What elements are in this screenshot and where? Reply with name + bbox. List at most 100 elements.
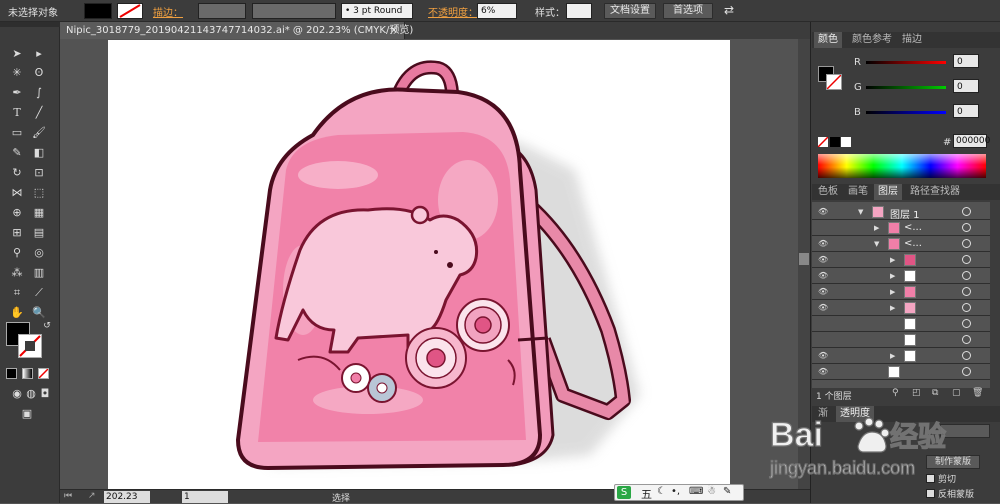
tab-color[interactable]: 颜色 <box>814 32 842 48</box>
expand-triangle-icon[interactable]: ▶ <box>874 224 879 232</box>
object-row[interactable]: 👁 ▶ <box>812 284 990 300</box>
stroke-label[interactable]: 描边： <box>153 4 183 19</box>
settings-icon[interactable]: ✎ <box>723 486 731 497</box>
none-mode-icon[interactable] <box>38 368 49 379</box>
punctuation-icon[interactable]: •, <box>671 486 680 497</box>
document-setup-button[interactable]: 文档设置 <box>604 3 656 19</box>
layer-row-1[interactable]: 👁 ▼ 图层 1 <box>812 204 990 221</box>
tab-pathfinder[interactable]: 路径查找器 <box>906 184 964 200</box>
visibility-eye-icon[interactable]: 👁 <box>818 303 828 312</box>
delete-layer-icon[interactable]: 🗑 <box>972 388 983 398</box>
opacity-label[interactable]: 不透明度： <box>428 4 478 19</box>
brush-definition-dropdown[interactable]: • 3 pt Round <box>341 3 413 19</box>
scrollbar-thumb[interactable] <box>799 253 809 265</box>
close-tab-icon[interactable]: × <box>390 22 398 39</box>
pencil-tool-icon[interactable]: ✎ <box>8 145 26 161</box>
stroke-weight-field[interactable] <box>198 3 246 19</box>
sublayer-name[interactable]: <... <box>904 238 922 249</box>
line-tool-icon[interactable]: ╱ <box>30 105 48 121</box>
visibility-eye-icon[interactable]: 👁 <box>818 239 828 248</box>
free-transform-tool-icon[interactable]: ⬚ <box>30 185 48 201</box>
sogou-logo-icon[interactable]: S <box>617 486 631 499</box>
hand-tool-icon[interactable]: ✋ <box>8 305 26 321</box>
object-row[interactable] <box>812 316 990 332</box>
skin-icon[interactable]: ☃ <box>707 486 716 497</box>
eyedropper-tool-icon[interactable]: ⚲ <box>8 245 26 261</box>
align-options-icon[interactable]: ⇄ <box>724 3 734 17</box>
gradient-mode-icon[interactable] <box>22 368 33 379</box>
invert-mask-checkbox[interactable] <box>926 489 935 498</box>
target-circle-icon[interactable] <box>962 303 971 312</box>
locate-object-icon[interactable]: ⚲ <box>892 388 899 398</box>
draw-inside-icon[interactable]: ◘ <box>36 386 54 402</box>
tab-color-guide[interactable]: 颜色参考 <box>848 32 896 48</box>
hex-value-field[interactable]: 000000 <box>953 134 990 148</box>
white-color-icon[interactable] <box>841 137 851 147</box>
variable-width-profile[interactable] <box>252 3 336 19</box>
rectangle-tool-icon[interactable]: ▭ <box>8 125 26 141</box>
expand-triangle-icon[interactable]: ▶ <box>890 352 895 360</box>
width-tool-icon[interactable]: ⋈ <box>8 185 26 201</box>
channel-r-value[interactable]: 0 <box>953 54 979 68</box>
type-tool-icon[interactable]: T <box>8 105 26 121</box>
object-row[interactable]: 👁 ▶ <box>812 268 990 284</box>
mesh-tool-icon[interactable]: ⊞ <box>8 225 26 241</box>
selection-tool-icon[interactable]: ➤ <box>8 46 26 62</box>
tab-layers[interactable]: 图层 <box>874 184 902 200</box>
target-circle-icon[interactable] <box>962 271 971 280</box>
shape-builder-tool-icon[interactable]: ⊕ <box>8 205 26 221</box>
expand-triangle-icon[interactable]: ▶ <box>890 288 895 296</box>
slice-tool-icon[interactable]: ⟋ <box>30 285 48 301</box>
channel-b-slider[interactable] <box>866 111 946 114</box>
swap-colors-icon[interactable]: ↺ <box>38 318 56 334</box>
tab-brushes[interactable]: 画笔 <box>844 184 872 200</box>
stroke-swatch[interactable] <box>117 3 143 19</box>
visibility-eye-icon[interactable]: 👁 <box>818 287 828 296</box>
curvature-tool-icon[interactable]: ∫ <box>30 85 48 101</box>
page-field[interactable]: 1 <box>182 491 228 503</box>
moon-icon[interactable]: ☾ <box>657 486 666 497</box>
expand-triangle-icon[interactable]: ▼ <box>874 240 879 248</box>
target-circle-icon[interactable] <box>962 351 971 360</box>
tools-panel-grip[interactable] <box>0 22 60 27</box>
object-row[interactable]: 👁 ▶ <box>812 252 990 268</box>
prev-artboard-icon[interactable]: ⏮ <box>64 491 72 501</box>
lasso-tool-icon[interactable]: ʘ <box>30 65 48 81</box>
expand-triangle-icon[interactable]: ▼ <box>858 208 863 216</box>
channel-g-value[interactable]: 0 <box>953 79 979 93</box>
sublayer-row[interactable]: ▶ <... <box>812 220 990 236</box>
magic-wand-tool-icon[interactable]: ✳ <box>8 65 26 81</box>
channel-r-slider[interactable] <box>866 61 946 64</box>
sublayer-row[interactable]: 👁 ▼ <... <box>812 236 990 252</box>
visibility-eye-icon[interactable]: 👁 <box>818 207 828 216</box>
target-circle-icon[interactable] <box>962 255 971 264</box>
eraser-tool-icon[interactable]: ◧ <box>30 145 48 161</box>
color-mode-icon[interactable] <box>6 368 17 379</box>
target-circle-icon[interactable] <box>962 223 971 232</box>
document-tab[interactable]: Nipic_3018779_20190421143747714032.ai* @… <box>60 22 413 39</box>
target-circle-icon[interactable] <box>962 319 971 328</box>
rotate-tool-icon[interactable]: ↻ <box>8 165 26 181</box>
backpack-artwork[interactable] <box>108 40 730 490</box>
symbol-sprayer-tool-icon[interactable]: ⁂ <box>8 265 26 281</box>
sublayer-name[interactable]: <... <box>904 222 922 233</box>
zoom-field[interactable]: 202.23 <box>104 491 150 503</box>
layer-name[interactable]: 图层 1 <box>890 206 920 221</box>
visibility-eye-icon[interactable]: 👁 <box>818 367 828 376</box>
expand-triangle-icon[interactable]: ▶ <box>890 272 895 280</box>
ime-mode[interactable]: 五 <box>641 486 652 502</box>
object-row[interactable] <box>812 332 990 348</box>
pen-tool-icon[interactable]: ✒ <box>8 85 26 101</box>
channel-g-slider[interactable] <box>866 86 946 89</box>
preferences-button[interactable]: 首选项 <box>663 3 713 19</box>
object-row[interactable]: 👁 ▶ <box>812 348 990 364</box>
blend-tool-icon[interactable]: ◎ <box>30 245 48 261</box>
gradient-tool-icon[interactable]: ▤ <box>30 225 48 241</box>
black-color-icon[interactable] <box>830 137 840 147</box>
target-circle-icon[interactable] <box>962 239 971 248</box>
expand-triangle-icon[interactable]: ▶ <box>890 256 895 264</box>
new-layer-icon[interactable]: ▢ <box>952 388 961 398</box>
stroke-color-swatch[interactable] <box>18 334 42 358</box>
export-icon[interactable]: ↗ <box>88 491 96 501</box>
target-circle-icon[interactable] <box>962 287 971 296</box>
